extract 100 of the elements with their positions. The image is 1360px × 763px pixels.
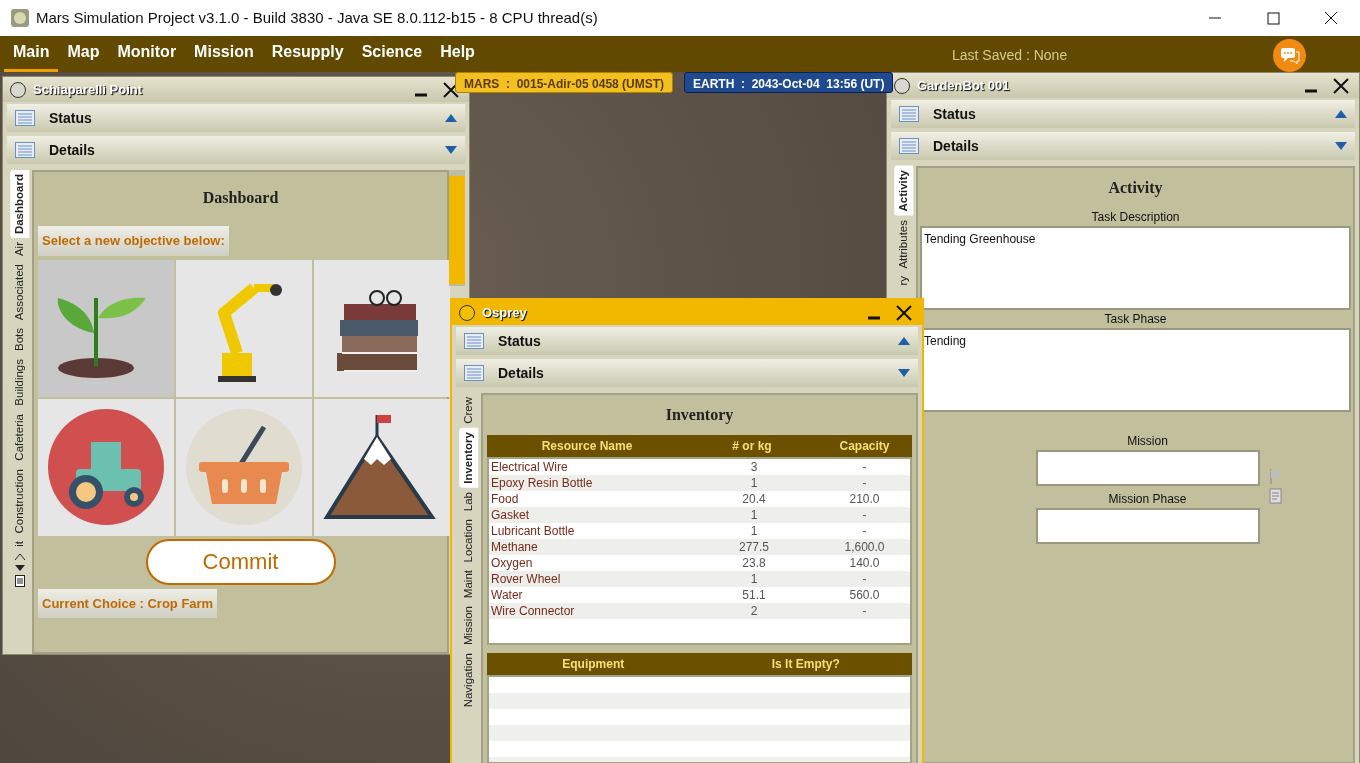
side-tab[interactable]: Inventory xyxy=(458,427,479,488)
table-cell-text: Wire Connector xyxy=(490,603,576,619)
circle-icon xyxy=(458,303,476,322)
close-icon[interactable] xyxy=(442,80,460,99)
side-tab[interactable]: it xyxy=(9,537,30,552)
side-tab[interactable]: Lab xyxy=(458,487,479,515)
objective-tile[interactable] xyxy=(176,398,312,536)
objective-tile[interactable] xyxy=(38,259,174,397)
objective-tile[interactable] xyxy=(314,259,450,397)
circle-icon xyxy=(9,80,27,99)
column-header: Equipment xyxy=(561,656,626,673)
table-cell-text: 560.0 xyxy=(848,587,881,603)
chat-button[interactable] xyxy=(1273,39,1306,72)
table-cell-text: 3 xyxy=(749,459,759,475)
column-header: Resource Name xyxy=(540,438,634,455)
table-cell-text: 1 xyxy=(749,523,759,539)
side-tab[interactable]: Attributes xyxy=(893,215,914,273)
side-tab[interactable]: Mission xyxy=(458,602,479,650)
table-cell-text: Methane xyxy=(490,539,539,555)
menu-item[interactable]: Help xyxy=(431,34,484,72)
field-label: Task Description xyxy=(1090,209,1181,226)
window-name: Osprey xyxy=(482,303,528,322)
panel-title: Activity xyxy=(1107,178,1164,199)
chat-icon xyxy=(1279,46,1300,65)
table-cell-text: 140.0 xyxy=(848,555,881,571)
table-cell-text: 277.5 xyxy=(738,539,770,555)
section-header[interactable]: Status xyxy=(7,104,465,132)
list-icon xyxy=(15,110,35,126)
side-tab[interactable]: Activity xyxy=(893,166,914,216)
menu-item[interactable]: Mission xyxy=(185,34,263,72)
window-name: GardenBot 001 xyxy=(917,76,1011,95)
table-cell-text: Lubricant Bottle xyxy=(490,523,576,539)
table-cell-text: Oxygen xyxy=(490,555,534,571)
section-header[interactable]: Status xyxy=(456,327,918,355)
window-name: Schiaparelli Point xyxy=(33,80,144,99)
panel-title: Inventory xyxy=(664,405,735,426)
text-area[interactable]: Tending Greenhouse xyxy=(920,226,1351,310)
objective-tile[interactable] xyxy=(176,259,312,397)
list-icon[interactable] xyxy=(14,575,25,588)
text-field[interactable] xyxy=(1035,508,1260,544)
table-cell-text: - xyxy=(861,507,868,523)
column-header: Capacity xyxy=(838,438,891,455)
table-cell-text: - xyxy=(861,603,868,619)
side-tab[interactable]: Buildings xyxy=(9,355,30,411)
section-label: Status xyxy=(933,104,977,124)
menu-item[interactable]: Monitor xyxy=(108,34,186,72)
side-tab[interactable]: Location xyxy=(458,514,479,567)
side-tab[interactable]: Associated xyxy=(9,260,30,325)
section-header[interactable]: Status xyxy=(891,100,1355,128)
table-cell-text: 1 xyxy=(749,507,759,523)
side-tab[interactable]: Bots xyxy=(9,324,30,356)
menu-item[interactable]: Resupply xyxy=(262,34,353,72)
table-cell-text: 20.4 xyxy=(741,491,767,507)
side-tab[interactable]: Crew xyxy=(458,393,479,428)
close-icon[interactable] xyxy=(1332,76,1350,95)
table-cell-text: 2 xyxy=(749,603,759,619)
table-cell-text: Water xyxy=(490,587,524,603)
table-cell-text: Rover Wheel xyxy=(490,571,562,587)
table-cell-text: - xyxy=(861,523,868,539)
table-cell-text: 210.0 xyxy=(848,491,881,507)
side-tab[interactable]: Navigation xyxy=(458,649,479,712)
table-cell-text: 51.1 xyxy=(741,587,767,603)
window-title: Mars Simulation Project v3.1.0 - Build 3830 - Java SE 8.0.112-b15 - 8 CPU thread(s) xyxy=(36,7,599,28)
side-tab[interactable]: Air xyxy=(9,238,30,261)
section-label: Status xyxy=(49,108,93,128)
clock-display: EARTH : 2043-Oct-04 13:56 (UT) xyxy=(684,72,894,93)
list-icon xyxy=(899,106,919,122)
side-tab[interactable]: Dashboard xyxy=(9,170,30,239)
menu-item[interactable]: Science xyxy=(352,34,432,72)
clock-display: MARS : 0015-Adir-05 0458 (UMST) xyxy=(455,72,674,93)
section-label: Details xyxy=(49,140,96,160)
objective-tile[interactable] xyxy=(314,398,450,536)
section-header[interactable]: Details xyxy=(7,136,465,164)
panel-title: Dashboard xyxy=(201,188,280,208)
table-cell-text: 1 xyxy=(749,571,759,587)
text-field[interactable] xyxy=(1035,450,1260,486)
table-cell-text: Epoxy Resin Bottle xyxy=(490,475,594,491)
field-label: Mission Phase xyxy=(1107,491,1188,508)
table-cell-text: 23.8 xyxy=(741,555,767,571)
menu-item[interactable]: Map xyxy=(58,34,109,72)
side-tab[interactable]: Cafeteria xyxy=(9,410,30,465)
side-tab[interactable]: Construction xyxy=(9,464,30,538)
side-tab[interactable]: ry xyxy=(893,272,914,290)
side-tab[interactable]: Maint xyxy=(458,566,479,603)
section-label: Details xyxy=(498,363,545,383)
circle-icon xyxy=(893,76,911,95)
list-icon xyxy=(464,365,484,381)
table-cell-text: Electrical Wire xyxy=(490,459,569,475)
section-header[interactable]: Details xyxy=(456,359,918,387)
section-header[interactable]: Details xyxy=(891,132,1355,160)
scrollbar[interactable] xyxy=(449,170,465,286)
table-cell-text: Food xyxy=(490,491,520,507)
table-cell-text: - xyxy=(861,459,868,475)
close-icon[interactable] xyxy=(895,303,913,322)
column-header: Is It Empty? xyxy=(770,656,841,673)
app-icon xyxy=(10,8,30,28)
list-icon xyxy=(464,333,484,349)
commit-button[interactable]: Commit xyxy=(145,538,336,585)
current-choice: Current Choice : Crop Farm xyxy=(38,588,218,618)
objective-tile[interactable] xyxy=(38,398,174,536)
